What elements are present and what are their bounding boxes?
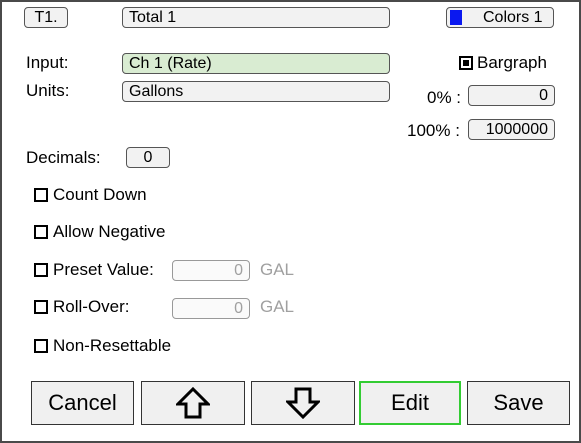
bargraph-zero-label: 0% : [427,88,462,107]
non-resettable-checkbox[interactable] [34,339,48,353]
count-down-label: Count Down [53,185,147,204]
down-button[interactable] [251,381,355,425]
input-select[interactable]: Ch 1 (Rate) [122,53,390,74]
non-resettable-label: Non-Resettable [53,336,172,355]
preset-unit: GAL [260,260,295,279]
cancel-button-label: Cancel [48,390,117,415]
allow-negative-checkbox[interactable] [34,225,48,239]
rollover-unit: GAL [260,297,295,316]
units-label: Units: [26,81,70,100]
input-label: Input: [26,53,69,72]
decimals-label: Decimals: [26,148,101,167]
edit-button-label: Edit [391,390,429,415]
decimals-field[interactable]: 0 [126,147,170,168]
up-button[interactable] [141,381,245,425]
preset-value-field[interactable]: 0 [172,260,250,281]
count-down-checkbox[interactable] [34,188,48,202]
bargraph-full-field[interactable]: 1000000 [468,119,555,140]
colors-button[interactable]: Colors 1 [446,7,554,28]
rollover-label: Roll-Over: [53,297,130,316]
totalizer-name-field[interactable]: Total 1 [122,7,390,28]
bargraph-checkbox[interactable] [459,56,473,70]
colors-label: Colors 1 [483,9,543,26]
edit-button[interactable]: Edit [359,381,461,425]
preset-checkbox[interactable] [34,263,48,277]
bargraph-full-label: 100% : [407,121,460,140]
rollover-checkbox[interactable] [34,300,48,314]
bargraph-label: Bargraph [477,53,547,72]
arrow-up-icon [176,387,210,419]
units-select[interactable]: Gallons [122,81,390,102]
totalizer-config-screen: T1. Total 1 Colors 1 Input: Ch 1 (Rate) … [0,0,581,443]
arrow-down-icon [286,387,320,419]
cancel-button[interactable]: Cancel [31,381,134,425]
totalizer-id-button[interactable]: T1. [24,7,68,28]
color-swatch [450,10,462,25]
preset-label: Preset Value: [53,260,154,279]
bargraph-zero-field[interactable]: 0 [468,85,555,106]
allow-negative-label: Allow Negative [53,222,166,241]
save-button[interactable]: Save [467,381,570,425]
rollover-value-field[interactable]: 0 [172,298,250,319]
save-button-label: Save [493,390,544,415]
